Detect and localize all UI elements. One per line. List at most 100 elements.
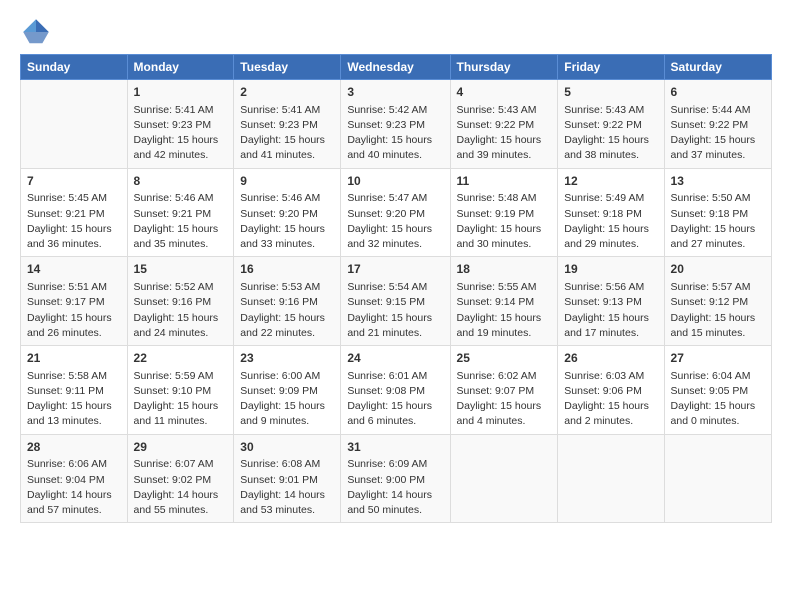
day-number: 18 (457, 261, 552, 278)
day-cell (21, 80, 128, 169)
day-cell: 19 Sunrise: 5:56 AM Sunset: 9:13 PM Dayli… (558, 257, 664, 346)
day-content: Sunrise: 6:06 AM Sunset: 9:04 PM Dayligh… (27, 457, 121, 518)
day-content: Sunrise: 6:07 AM Sunset: 9:02 PM Dayligh… (134, 457, 228, 518)
day-number: 28 (27, 439, 121, 456)
day-number: 2 (240, 84, 334, 101)
day-content: Sunrise: 5:43 AM Sunset: 9:22 PM Dayligh… (564, 103, 657, 164)
day-number: 27 (671, 350, 765, 367)
header-cell-wednesday: Wednesday (341, 55, 450, 80)
day-cell: 13Sunrise: 5:50 AM Sunset: 9:18 PM Dayli… (664, 168, 771, 257)
day-content: Sunrise: 5:52 AM Sunset: 9:16 PM Dayligh… (134, 280, 228, 341)
day-cell: 4Sunrise: 5:43 AM Sunset: 9:22 PM Daylig… (450, 80, 558, 169)
day-cell: 11Sunrise: 5:48 AM Sunset: 9:19 PM Dayli… (450, 168, 558, 257)
day-cell: 17Sunrise: 5:54 AM Sunset: 9:15 PM Dayli… (341, 257, 450, 346)
day-cell: 2 Sunrise: 5:41 AM Sunset: 9:23 PM Daylig… (234, 80, 341, 169)
day-cell: 8Sunrise: 5:46 AM Sunset: 9:21 PM Daylig… (127, 168, 234, 257)
day-number: 29 (134, 439, 228, 456)
day-content: Sunrise: 6:02 AM Sunset: 9:07 PM Dayligh… (457, 369, 552, 430)
calendar-table: SundayMondayTuesdayWednesdayThursdayFrid… (20, 54, 772, 523)
day-cell (664, 434, 771, 523)
day-number: 22 (134, 350, 228, 367)
day-cell: 1 Sunrise: 5:41 AM Sunset: 9:23 PM Daylig… (127, 80, 234, 169)
day-content: Sunrise: 6:04 AM Sunset: 9:05 PM Dayligh… (671, 369, 765, 430)
day-cell: 10Sunrise: 5:47 AM Sunset: 9:20 PM Dayli… (341, 168, 450, 257)
day-number: 1 (134, 84, 228, 101)
header (20, 16, 772, 48)
page: SundayMondayTuesdayWednesdayThursdayFrid… (0, 0, 792, 535)
day-content: Sunrise: 5:56 AM Sunset: 9:13 PM Dayligh… (564, 280, 657, 341)
day-cell: 23Sunrise: 6:00 AM Sunset: 9:09 PM Dayli… (234, 346, 341, 435)
header-cell-thursday: Thursday (450, 55, 558, 80)
logo (20, 16, 56, 48)
day-number: 8 (134, 173, 228, 190)
day-content: Sunrise: 6:09 AM Sunset: 9:00 PM Dayligh… (347, 457, 443, 518)
day-cell: 18 Sunrise: 5:55 AM Sunset: 9:14 PM Dayli… (450, 257, 558, 346)
header-cell-monday: Monday (127, 55, 234, 80)
day-content: Sunrise: 5:53 AM Sunset: 9:16 PM Dayligh… (240, 280, 334, 341)
day-number: 19 (564, 261, 657, 278)
header-cell-sunday: Sunday (21, 55, 128, 80)
header-cell-friday: Friday (558, 55, 664, 80)
day-content: Sunrise: 5:48 AM Sunset: 9:19 PM Dayligh… (457, 191, 552, 252)
day-content: Sunrise: 5:54 AM Sunset: 9:15 PM Dayligh… (347, 280, 443, 341)
day-cell (558, 434, 664, 523)
day-cell: 6 Sunrise: 5:44 AM Sunset: 9:22 PM Daylig… (664, 80, 771, 169)
day-number: 10 (347, 173, 443, 190)
day-cell: 26 Sunrise: 6:03 AM Sunset: 9:06 PM Dayli… (558, 346, 664, 435)
day-content: Sunrise: 5:50 AM Sunset: 9:18 PM Dayligh… (671, 191, 765, 252)
day-content: Sunrise: 5:49 AM Sunset: 9:18 PM Dayligh… (564, 191, 657, 252)
day-content: Sunrise: 5:44 AM Sunset: 9:22 PM Dayligh… (671, 103, 765, 164)
day-cell: 15 Sunrise: 5:52 AM Sunset: 9:16 PM Dayli… (127, 257, 234, 346)
day-number: 12 (564, 173, 657, 190)
day-number: 16 (240, 261, 334, 278)
day-cell: 25 Sunrise: 6:02 AM Sunset: 9:07 PM Dayli… (450, 346, 558, 435)
week-row-2: 7Sunrise: 5:45 AM Sunset: 9:21 PM Daylig… (21, 168, 772, 257)
day-cell (450, 434, 558, 523)
day-content: Sunrise: 5:57 AM Sunset: 9:12 PM Dayligh… (671, 280, 765, 341)
day-content: Sunrise: 5:58 AM Sunset: 9:11 PM Dayligh… (27, 369, 121, 430)
day-content: Sunrise: 5:47 AM Sunset: 9:20 PM Dayligh… (347, 191, 443, 252)
day-number: 13 (671, 173, 765, 190)
day-cell: 29Sunrise: 6:07 AM Sunset: 9:02 PM Dayli… (127, 434, 234, 523)
day-content: Sunrise: 5:51 AM Sunset: 9:17 PM Dayligh… (27, 280, 121, 341)
day-content: Sunrise: 5:43 AM Sunset: 9:22 PM Dayligh… (457, 103, 552, 164)
day-cell: 5 Sunrise: 5:43 AM Sunset: 9:22 PM Daylig… (558, 80, 664, 169)
week-row-4: 21Sunrise: 5:58 AM Sunset: 9:11 PM Dayli… (21, 346, 772, 435)
day-content: Sunrise: 5:55 AM Sunset: 9:14 PM Dayligh… (457, 280, 552, 341)
day-number: 9 (240, 173, 334, 190)
day-number: 6 (671, 84, 765, 101)
day-number: 15 (134, 261, 228, 278)
day-number: 14 (27, 261, 121, 278)
day-content: Sunrise: 5:41 AM Sunset: 9:23 PM Dayligh… (134, 103, 228, 164)
day-content: Sunrise: 6:01 AM Sunset: 9:08 PM Dayligh… (347, 369, 443, 430)
day-number: 25 (457, 350, 552, 367)
day-content: Sunrise: 5:46 AM Sunset: 9:21 PM Dayligh… (134, 191, 228, 252)
day-content: Sunrise: 5:45 AM Sunset: 9:21 PM Dayligh… (27, 191, 121, 252)
day-number: 31 (347, 439, 443, 456)
day-cell: 27 Sunrise: 6:04 AM Sunset: 9:05 PM Dayli… (664, 346, 771, 435)
header-row: SundayMondayTuesdayWednesdayThursdayFrid… (21, 55, 772, 80)
week-row-1: 1 Sunrise: 5:41 AM Sunset: 9:23 PM Daylig… (21, 80, 772, 169)
day-cell: 22 Sunrise: 5:59 AM Sunset: 9:10 PM Dayli… (127, 346, 234, 435)
day-number: 26 (564, 350, 657, 367)
day-cell: 21Sunrise: 5:58 AM Sunset: 9:11 PM Dayli… (21, 346, 128, 435)
day-content: Sunrise: 6:00 AM Sunset: 9:09 PM Dayligh… (240, 369, 334, 430)
week-row-5: 28Sunrise: 6:06 AM Sunset: 9:04 PM Dayli… (21, 434, 772, 523)
day-number: 11 (457, 173, 552, 190)
day-number: 5 (564, 84, 657, 101)
day-content: Sunrise: 6:08 AM Sunset: 9:01 PM Dayligh… (240, 457, 334, 518)
day-content: Sunrise: 5:59 AM Sunset: 9:10 PM Dayligh… (134, 369, 228, 430)
logo-icon (20, 16, 52, 48)
day-content: Sunrise: 5:42 AM Sunset: 9:23 PM Dayligh… (347, 103, 443, 164)
day-content: Sunrise: 5:41 AM Sunset: 9:23 PM Dayligh… (240, 103, 334, 164)
day-cell: 14 Sunrise: 5:51 AM Sunset: 9:17 PM Dayli… (21, 257, 128, 346)
day-content: Sunrise: 5:46 AM Sunset: 9:20 PM Dayligh… (240, 191, 334, 252)
day-cell: 24Sunrise: 6:01 AM Sunset: 9:08 PM Dayli… (341, 346, 450, 435)
day-cell: 20Sunrise: 5:57 AM Sunset: 9:12 PM Dayli… (664, 257, 771, 346)
day-cell: 3Sunrise: 5:42 AM Sunset: 9:23 PM Daylig… (341, 80, 450, 169)
day-cell: 30Sunrise: 6:08 AM Sunset: 9:01 PM Dayli… (234, 434, 341, 523)
day-content: Sunrise: 6:03 AM Sunset: 9:06 PM Dayligh… (564, 369, 657, 430)
day-cell: 16 Sunrise: 5:53 AM Sunset: 9:16 PM Dayli… (234, 257, 341, 346)
day-cell: 28Sunrise: 6:06 AM Sunset: 9:04 PM Dayli… (21, 434, 128, 523)
day-number: 30 (240, 439, 334, 456)
